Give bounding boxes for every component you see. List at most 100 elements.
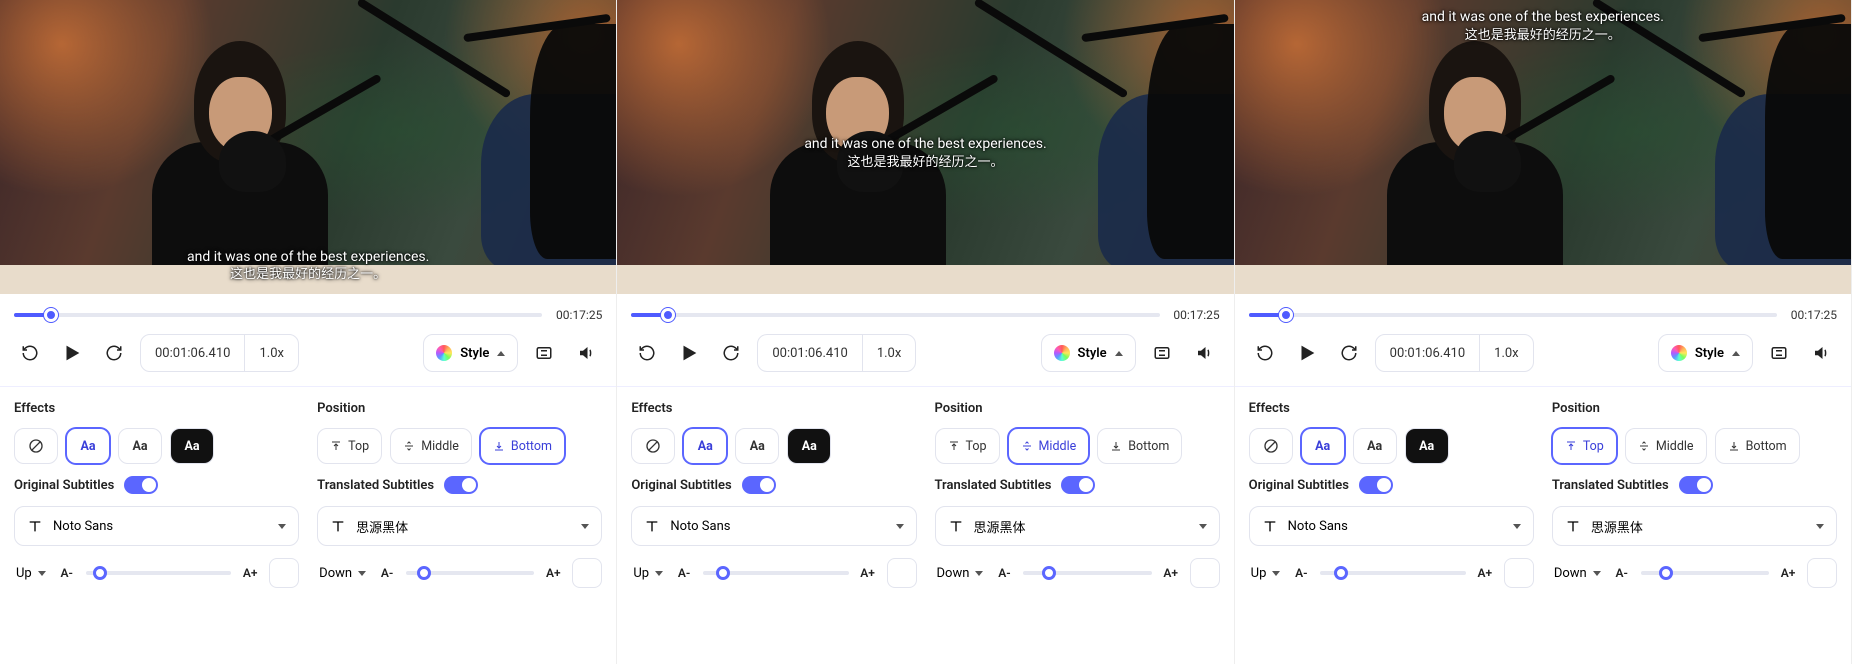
current-time[interactable]: 00:01:06.410 — [1376, 335, 1480, 371]
position-top-button[interactable]: Top — [317, 428, 382, 464]
size-decrease-label[interactable]: A- — [1611, 566, 1633, 580]
translated-direction-select[interactable]: Down — [317, 562, 368, 585]
seek-slider[interactable] — [14, 313, 542, 317]
translated-subtitles-toggle[interactable] — [1061, 476, 1095, 494]
seek-slider[interactable] — [1249, 313, 1777, 317]
original-direction-select[interactable]: Up — [1249, 562, 1283, 585]
original-font-select[interactable]: Noto Sans — [631, 506, 916, 546]
size-increase-label[interactable]: A+ — [1160, 566, 1182, 580]
original-color-picker[interactable] — [887, 558, 917, 588]
playback-speed[interactable]: 1.0x — [1480, 335, 1533, 371]
size-increase-label[interactable]: A+ — [1474, 566, 1496, 580]
size-increase-label[interactable]: A+ — [1777, 566, 1799, 580]
subtitle-original: and it was one of the best experiences. — [1265, 8, 1820, 27]
original-color-picker[interactable] — [1504, 558, 1534, 588]
position-middle-button[interactable]: Middle — [1008, 428, 1090, 464]
position-top-button[interactable]: Top — [1552, 428, 1617, 464]
effect-plain-button[interactable]: Aa — [1353, 428, 1397, 464]
original-direction-select[interactable]: Up — [14, 562, 48, 585]
original-size-slider[interactable] — [1320, 571, 1465, 575]
size-decrease-label[interactable]: A- — [376, 566, 398, 580]
size-decrease-label[interactable]: A- — [1290, 566, 1312, 580]
original-size-slider[interactable] — [86, 571, 231, 575]
volume-button[interactable] — [1805, 337, 1837, 369]
total-duration: 00:17:25 — [1170, 308, 1220, 322]
position-top-button[interactable]: Top — [935, 428, 1000, 464]
original-font-select[interactable]: Noto Sans — [1249, 506, 1534, 546]
size-increase-label[interactable]: A+ — [857, 566, 879, 580]
size-decrease-label[interactable]: A- — [56, 566, 78, 580]
forward-button[interactable] — [98, 337, 130, 369]
translated-font-select[interactable]: 思源黑体 — [1552, 506, 1837, 546]
position-middle-button[interactable]: Middle — [390, 428, 472, 464]
original-direction-select[interactable]: Up — [631, 562, 665, 585]
effect-outline-button[interactable]: Aa — [683, 428, 727, 464]
video-preview[interactable]: and it was one of the best experiences. … — [1235, 0, 1851, 294]
effect-outline-button[interactable]: Aa — [66, 428, 110, 464]
person-shape — [1370, 41, 1580, 294]
effect-none-button[interactable] — [14, 428, 58, 464]
position-middle-button[interactable]: Middle — [1625, 428, 1707, 464]
style-dropdown[interactable]: Style — [423, 334, 518, 372]
play-button[interactable] — [1291, 337, 1323, 369]
size-increase-label[interactable]: A+ — [239, 566, 261, 580]
original-color-picker[interactable] — [269, 558, 299, 588]
translated-subtitles-toggle[interactable] — [444, 476, 478, 494]
original-size-slider[interactable] — [703, 571, 848, 575]
position-bottom-button[interactable]: Bottom — [1097, 428, 1182, 464]
translated-color-picker[interactable] — [572, 558, 602, 588]
size-decrease-label[interactable]: A- — [673, 566, 695, 580]
playback-speed[interactable]: 1.0x — [245, 335, 298, 371]
current-time[interactable]: 00:01:06.410 — [141, 335, 245, 371]
fullscreen-button[interactable] — [1763, 337, 1795, 369]
translated-font-select[interactable]: 思源黑体 — [935, 506, 1220, 546]
align-top-icon — [1565, 440, 1577, 452]
translated-size-slider[interactable] — [1023, 571, 1151, 575]
align-bottom-icon — [1110, 440, 1122, 452]
play-button[interactable] — [673, 337, 705, 369]
position-bottom-button[interactable]: Bottom — [1715, 428, 1800, 464]
style-dropdown[interactable]: Style — [1041, 334, 1136, 372]
current-time[interactable]: 00:01:06.410 — [758, 335, 862, 371]
position-column: Position Top Middle Bottom Translated Su… — [935, 401, 1220, 588]
effect-boxed-button[interactable]: Aa — [787, 428, 831, 464]
effect-boxed-button[interactable]: Aa — [1405, 428, 1449, 464]
position-bottom-button[interactable]: Bottom — [480, 428, 565, 464]
translated-direction-select[interactable]: Down — [1552, 562, 1603, 585]
translated-color-picker[interactable] — [1190, 558, 1220, 588]
rewind-button[interactable] — [631, 337, 663, 369]
style-dropdown[interactable]: Style — [1658, 334, 1753, 372]
fullscreen-button[interactable] — [528, 337, 560, 369]
forward-button[interactable] — [715, 337, 747, 369]
effect-plain-button[interactable]: Aa — [118, 428, 162, 464]
effect-none-button[interactable] — [631, 428, 675, 464]
forward-button[interactable] — [1333, 337, 1365, 369]
translated-size-slider[interactable] — [1641, 571, 1769, 575]
effect-plain-button[interactable]: Aa — [735, 428, 779, 464]
video-preview[interactable]: and it was one of the best experiences. … — [617, 0, 1233, 294]
volume-button[interactable] — [1188, 337, 1220, 369]
original-subtitles-toggle[interactable] — [124, 476, 158, 494]
original-font-select[interactable]: Noto Sans — [14, 506, 299, 546]
video-preview[interactable]: and it was one of the best experiences. … — [0, 0, 616, 294]
translated-size-slider[interactable] — [406, 571, 534, 575]
translated-color-picker[interactable] — [1807, 558, 1837, 588]
effect-outline-button[interactable]: Aa — [1301, 428, 1345, 464]
translated-direction-select[interactable]: Down — [935, 562, 986, 585]
play-button[interactable] — [56, 337, 88, 369]
volume-button[interactable] — [570, 337, 602, 369]
align-top-icon — [948, 440, 960, 452]
translated-subtitles-toggle[interactable] — [1679, 476, 1713, 494]
seek-slider[interactable] — [631, 313, 1159, 317]
effect-none-button[interactable] — [1249, 428, 1293, 464]
rewind-button[interactable] — [14, 337, 46, 369]
size-increase-label[interactable]: A+ — [542, 566, 564, 580]
playback-speed[interactable]: 1.0x — [863, 335, 916, 371]
original-subtitles-toggle[interactable] — [1359, 476, 1393, 494]
rewind-button[interactable] — [1249, 337, 1281, 369]
size-decrease-label[interactable]: A- — [993, 566, 1015, 580]
translated-font-select[interactable]: 思源黑体 — [317, 506, 602, 546]
fullscreen-button[interactable] — [1146, 337, 1178, 369]
effect-boxed-button[interactable]: Aa — [170, 428, 214, 464]
original-subtitles-toggle[interactable] — [742, 476, 776, 494]
